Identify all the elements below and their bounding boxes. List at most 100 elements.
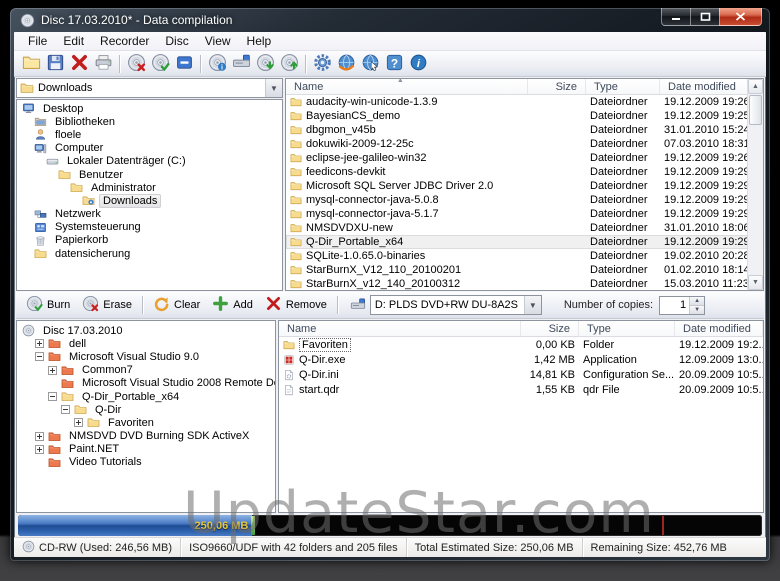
compilation-item-q-dir-portable-x64[interactable]: Q-Dir_Portable_x64: [17, 390, 275, 403]
copies-up-button[interactable]: ▲: [690, 297, 704, 306]
drive-dropdown-button[interactable]: ▼: [524, 296, 541, 314]
compilation-item-microsoft-visual-studio-2008-remote-debugger[interactable]: Microsoft Visual Studio 2008 Remote Debu…: [17, 377, 275, 390]
column-header-date-modified[interactable]: Date modified: [675, 321, 763, 336]
help-button[interactable]: ?: [382, 53, 406, 75]
column-header-type[interactable]: Type: [586, 79, 660, 94]
disc-import-button[interactable]: [253, 53, 277, 75]
compilation-item-disc-17-03-2010[interactable]: Disc 17.03.2010: [17, 324, 275, 337]
remove-button[interactable]: Remove: [259, 292, 333, 318]
file-row-audacity-win-unicode-1-3-9[interactable]: audacity-win-unicode-1.3.9Dateiordner19.…: [286, 95, 752, 109]
file-row-start-qdr[interactable]: start.qdr1,55 KBqdr File20.09.2009 10:5.…: [279, 382, 763, 397]
minimize-button[interactable]: [661, 8, 690, 26]
compilation-item-q-dir[interactable]: Q-Dir: [17, 403, 275, 416]
explorer-item-administrator[interactable]: Administrator: [17, 181, 282, 194]
disc-check-button[interactable]: [148, 53, 172, 75]
file-row-microsoft-sql-server-jdbc-driver-2-0[interactable]: Microsoft SQL Server JDBC Driver 2.0Date…: [286, 179, 752, 193]
delete-button[interactable]: [67, 53, 91, 75]
file-row-nmsdvdxu-new[interactable]: NMSDVDXU-newDateiordner31.01.2010 18:06: [286, 221, 752, 235]
explorer-item-netzwerk[interactable]: Netzwerk: [17, 208, 282, 221]
explorer-item-benutzer[interactable]: Benutzer: [17, 168, 282, 181]
track-close-button[interactable]: [172, 53, 196, 75]
compilation-item-nmsdvd-dvd-burning-sdk-activex[interactable]: NMSDVD DVD Burning SDK ActiveX: [17, 430, 275, 443]
column-header-date-modified[interactable]: Date modified: [660, 79, 752, 94]
location-combobox[interactable]: Downloads ▼: [16, 78, 283, 98]
explorer-item-downloads[interactable]: Downloads: [17, 194, 282, 207]
scroll-up-button[interactable]: ▲: [748, 79, 763, 94]
expander-plus-icon[interactable]: [74, 418, 83, 427]
scroll-down-button[interactable]: ▼: [748, 275, 763, 290]
file-row-starburnx-v12-110-20100201[interactable]: StarBurnX_V12_110_20100201Dateiordner01.…: [286, 263, 752, 277]
print-button[interactable]: [91, 53, 115, 75]
explorer-item-floele[interactable]: floele: [17, 128, 282, 141]
explorer-item-systemsteuerung[interactable]: Systemsteuerung: [17, 221, 282, 234]
web-update-button[interactable]: [334, 53, 358, 75]
expander-plus-icon[interactable]: [48, 366, 57, 375]
explorer-item-desktop[interactable]: Desktop: [17, 102, 282, 115]
explorer-item-lokaler-datentr-ger-c[interactable]: Lokaler Datenträger (C:): [17, 155, 282, 168]
disc-erase-button[interactable]: [124, 53, 148, 75]
file-row-q-dir-portable-x64[interactable]: Q-Dir_Portable_x64Dateiordner19.12.2009 …: [286, 235, 752, 249]
file-row-feedicons-devkit[interactable]: feedicons-devkitDateiordner19.12.2009 19…: [286, 165, 752, 179]
web-cursor-button[interactable]: [358, 53, 382, 75]
expander-plus-icon[interactable]: [35, 339, 44, 348]
menu-view[interactable]: View: [197, 32, 239, 50]
file-row-starburnx-v12-140-20100312[interactable]: StarBurnX_v12_140_20100312Dateiordner15.…: [286, 277, 752, 291]
column-header-size[interactable]: Size: [521, 321, 579, 336]
column-header-size[interactable]: Size: [528, 79, 586, 94]
combo-dropdown-button[interactable]: ▼: [265, 79, 282, 97]
menu-file[interactable]: File: [20, 32, 55, 50]
burn-button[interactable]: Burn: [20, 292, 76, 318]
file-row-dokuwiki-2009-12-25c[interactable]: dokuwiki-2009-12-25cDateiordner07.03.201…: [286, 137, 752, 151]
expander-plus-icon[interactable]: [35, 445, 44, 454]
file-row-sqlite-1-0-65-0-binaries[interactable]: SQLite-1.0.65.0-binariesDateiordner19.02…: [286, 249, 752, 263]
file-row-q-dir-exe[interactable]: Q-Dir.exe1,42 MBApplication12.09.2009 13…: [279, 352, 763, 367]
menu-edit[interactable]: Edit: [55, 32, 92, 50]
expander-minus-icon[interactable]: [61, 405, 70, 414]
copies-spinner[interactable]: 1 ▲ ▼: [659, 296, 705, 315]
scroll-thumb[interactable]: [749, 95, 762, 125]
expander-minus-icon[interactable]: [35, 352, 44, 361]
erase-button[interactable]: Erase: [76, 292, 138, 318]
drive-button[interactable]: [229, 53, 253, 75]
about-button[interactable]: i: [406, 53, 430, 75]
vertical-scrollbar[interactable]: ▲ ▼: [747, 79, 763, 290]
compilation-item-microsoft-visual-studio-9-0[interactable]: Microsoft Visual Studio 9.0: [17, 350, 275, 363]
disc-info-button[interactable]: i: [205, 53, 229, 75]
save-button[interactable]: [43, 53, 67, 75]
file-row-eclipse-jee-galileo-win32[interactable]: eclipse-jee-galileo-win32Dateiordner19.1…: [286, 151, 752, 165]
title-bar[interactable]: Disc 17.03.2010* - Data compilation: [10, 8, 770, 32]
menu-disc[interactable]: Disc: [157, 32, 196, 50]
explorer-item-computer[interactable]: Computer: [17, 142, 282, 155]
compilation-item-common7[interactable]: Common7: [17, 364, 275, 377]
file-row-mysql-connector-java-5-1-7[interactable]: mysql-connector-java-5.1.7Dateiordner19.…: [286, 207, 752, 221]
file-row-bayesiancs-demo[interactable]: BayesianCS_demoDateiordner19.12.2009 19:…: [286, 109, 752, 123]
menu-recorder[interactable]: Recorder: [92, 32, 157, 50]
file-row-favoriten[interactable]: Favoriten0,00 KBFolder19.12.2009 19:2...: [279, 337, 763, 352]
column-header-name[interactable]: Name: [279, 321, 521, 336]
explorer-item-papierkorb[interactable]: Papierkorb: [17, 234, 282, 247]
explorer-item-bibliotheken[interactable]: Bibliotheken: [17, 115, 282, 128]
settings-button[interactable]: [310, 53, 334, 75]
disc-export-button[interactable]: [277, 53, 301, 75]
drive-combobox[interactable]: D: PLDS DVD+RW DU-8A2S ▼: [370, 295, 542, 315]
file-row-q-dir-ini[interactable]: Q-Dir.ini14,81 KBConfiguration Se...20.0…: [279, 367, 763, 382]
add-button[interactable]: Add: [206, 292, 259, 318]
menu-help[interactable]: Help: [239, 32, 280, 50]
column-header-name[interactable]: Name▲: [286, 79, 528, 94]
expander-plus-icon[interactable]: [35, 432, 44, 441]
expander-minus-icon[interactable]: [48, 392, 57, 401]
file-row-mysql-connector-java-5-0-8[interactable]: mysql-connector-java-5.0.8Dateiordner19.…: [286, 193, 752, 207]
file-row-dbgmon-v45b[interactable]: dbgmon_v45bDateiordner31.01.2010 15:24: [286, 123, 752, 137]
new-compilation-button[interactable]: [19, 53, 43, 75]
close-button[interactable]: [719, 8, 762, 26]
compilation-item-paint-net[interactable]: Paint.NET: [17, 443, 275, 456]
file-date: 20.09.2009 10:5...: [675, 384, 763, 396]
copies-down-button[interactable]: ▼: [690, 306, 704, 314]
compilation-item-dell[interactable]: dell: [17, 337, 275, 350]
compilation-item-favoriten[interactable]: Favoriten: [17, 416, 275, 429]
clear-button[interactable]: Clear: [147, 292, 206, 318]
explorer-item-datensicherung[interactable]: datensicherung: [17, 247, 282, 260]
maximize-button[interactable]: [690, 8, 719, 26]
compilation-item-video-tutorials[interactable]: Video Tutorials: [17, 456, 275, 469]
column-header-type[interactable]: Type: [579, 321, 675, 336]
